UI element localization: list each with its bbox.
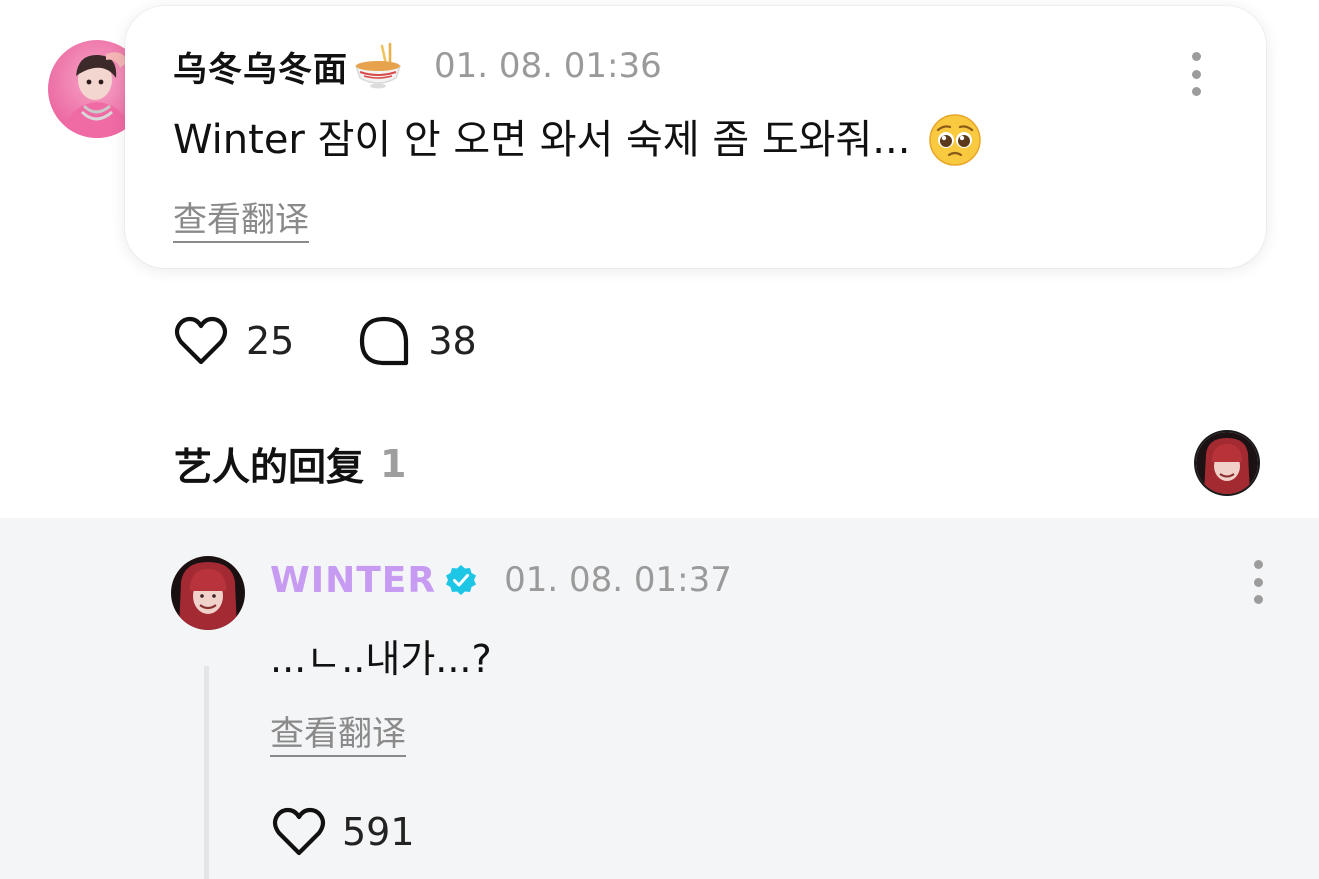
post-card: 乌冬乌冬面 01. 08. 01:36 Winter 잠이 안 오면 와서 숙제… xyxy=(125,6,1266,268)
reply-author-name[interactable]: WINTER xyxy=(270,560,436,601)
comment-bubble-icon xyxy=(360,316,409,366)
thread-connector-line xyxy=(204,666,209,879)
post-header: 乌冬乌冬面 01. 08. 01:36 xyxy=(173,42,1206,90)
verified-badge-icon xyxy=(446,565,477,595)
post-like-count: 25 xyxy=(246,319,295,363)
noodle-bowl-emoji-icon xyxy=(352,42,404,90)
artist-reply-area: WINTER 01. 08. 01:37 ...ㄴ..내가...? 查看翻译 5… xyxy=(0,518,1319,879)
reply-like-count: 591 xyxy=(342,810,415,854)
reply-translate-link[interactable]: 查看翻译 xyxy=(270,706,406,755)
artist-reply-header: 艺人的回复 1 xyxy=(174,436,406,491)
reply-author-avatar[interactable] xyxy=(171,556,245,630)
heart-icon xyxy=(272,807,326,856)
post-comment-button[interactable]: 38 xyxy=(358,315,477,367)
artist-reply-title: 艺人的回复 xyxy=(174,445,365,489)
reply-body-text: ...ㄴ..내가...? xyxy=(270,637,492,681)
post-more-options-icon[interactable] xyxy=(1190,52,1202,96)
artist-reply-count: 1 xyxy=(380,441,407,486)
post-actions: 25 38 xyxy=(174,312,541,370)
post-like-button[interactable]: 25 xyxy=(174,316,294,366)
post-body: Winter 잠이 안 오면 와서 숙제 좀 도와줘... xyxy=(173,110,982,170)
artist-avatar-thumbnail[interactable] xyxy=(1196,432,1258,494)
post-detail-page: 乌冬乌冬面 01. 08. 01:36 Winter 잠이 안 오면 와서 숙제… xyxy=(0,0,1319,879)
post-body-text: Winter 잠이 안 오면 와서 숙제 좀 도와줘... xyxy=(173,117,911,163)
post-translate-link[interactable]: 查看翻译 xyxy=(173,192,309,241)
reply-header: WINTER 01. 08. 01:37 xyxy=(270,556,732,604)
post-author-name[interactable]: 乌冬乌冬面 xyxy=(173,42,348,91)
pleading-face-emoji-icon xyxy=(928,113,982,167)
reply-like-button[interactable]: 591 xyxy=(272,804,415,860)
post-timestamp: 01. 08. 01:36 xyxy=(434,46,662,86)
post-comment-count: 38 xyxy=(428,319,477,363)
reply-more-options-icon[interactable] xyxy=(1252,560,1264,604)
reply-timestamp: 01. 08. 01:37 xyxy=(504,560,732,600)
heart-icon xyxy=(174,316,228,365)
